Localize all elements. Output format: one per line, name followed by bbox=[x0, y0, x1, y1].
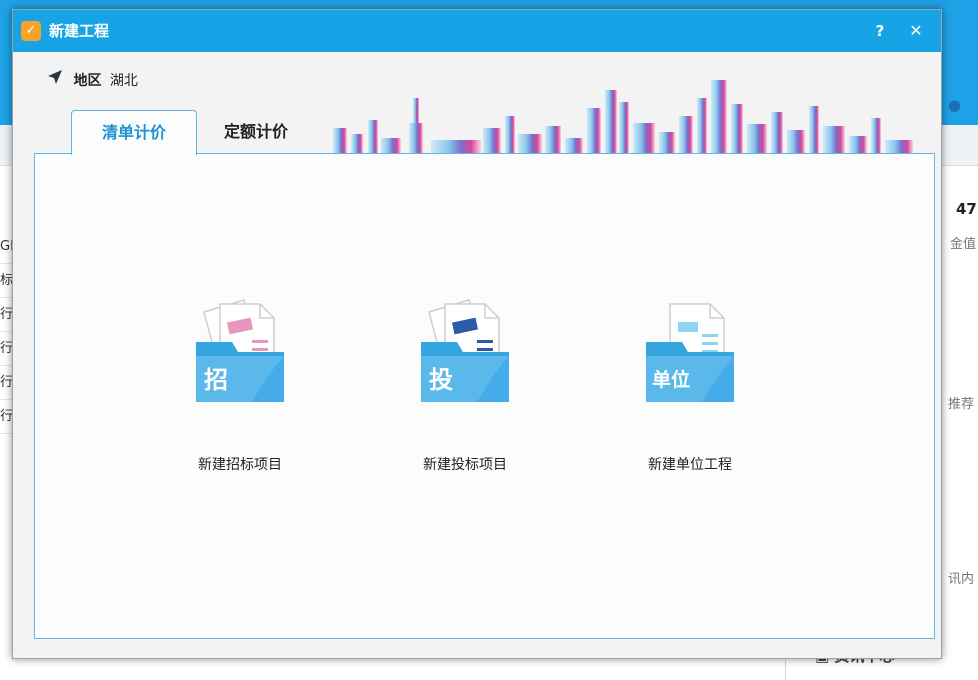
background-text: 讯内 bbox=[948, 572, 975, 587]
new-project-dialog: ✓ 新建工程 ? ✕ 地区 湖北 清单计价 定额计价 招 新建招标项目 投 新建… bbox=[12, 9, 942, 659]
tab-bill-pricing[interactable]: 清单计价 bbox=[71, 110, 197, 155]
new-bid-project-button[interactable]: 投 新建投标项目 bbox=[390, 294, 540, 474]
title-bar[interactable]: ✓ 新建工程 ? ✕ bbox=[13, 10, 941, 52]
region-label: 地区 bbox=[73, 73, 102, 89]
dialog-title: 新建工程 bbox=[49, 22, 110, 40]
background-text: 金值 bbox=[950, 237, 977, 252]
tab-quota-pricing[interactable]: 定额计价 bbox=[201, 110, 311, 154]
region-selector[interactable]: 地区 湖北 bbox=[47, 68, 138, 94]
new-tender-project-button[interactable]: 招 新建招标项目 bbox=[165, 294, 315, 474]
new-unit-project-button[interactable]: 单位 新建单位工程 bbox=[615, 294, 765, 474]
background-number: 47 bbox=[956, 200, 977, 218]
app-logo-icon: ✓ bbox=[21, 21, 41, 41]
unit-icon-text: 单位 bbox=[652, 368, 690, 391]
help-button[interactable]: ? bbox=[869, 18, 891, 44]
option-label: 新建招标项目 bbox=[198, 457, 282, 473]
background-text: 推荐 bbox=[948, 397, 975, 412]
option-label: 新建投标项目 bbox=[423, 457, 507, 473]
city-skyline-illustration bbox=[333, 80, 913, 163]
tab-content-panel: 招 新建招标项目 投 新建投标项目 单位 新建单位工程 bbox=[34, 153, 935, 639]
tender-icon-text: 招 bbox=[204, 366, 228, 394]
unit-folder-icon: 单位 bbox=[646, 303, 734, 402]
region-value: 湖北 bbox=[109, 73, 138, 89]
location-arrow-icon bbox=[47, 68, 65, 94]
tender-folder-icon: 招 bbox=[196, 299, 284, 402]
divider bbox=[785, 660, 786, 680]
user-icon[interactable]: ● bbox=[948, 96, 961, 114]
bid-icon-text: 投 bbox=[429, 366, 453, 394]
bid-folder-icon: 投 bbox=[421, 299, 509, 402]
option-label: 新建单位工程 bbox=[648, 457, 732, 473]
close-button[interactable]: ✕ bbox=[905, 18, 927, 44]
